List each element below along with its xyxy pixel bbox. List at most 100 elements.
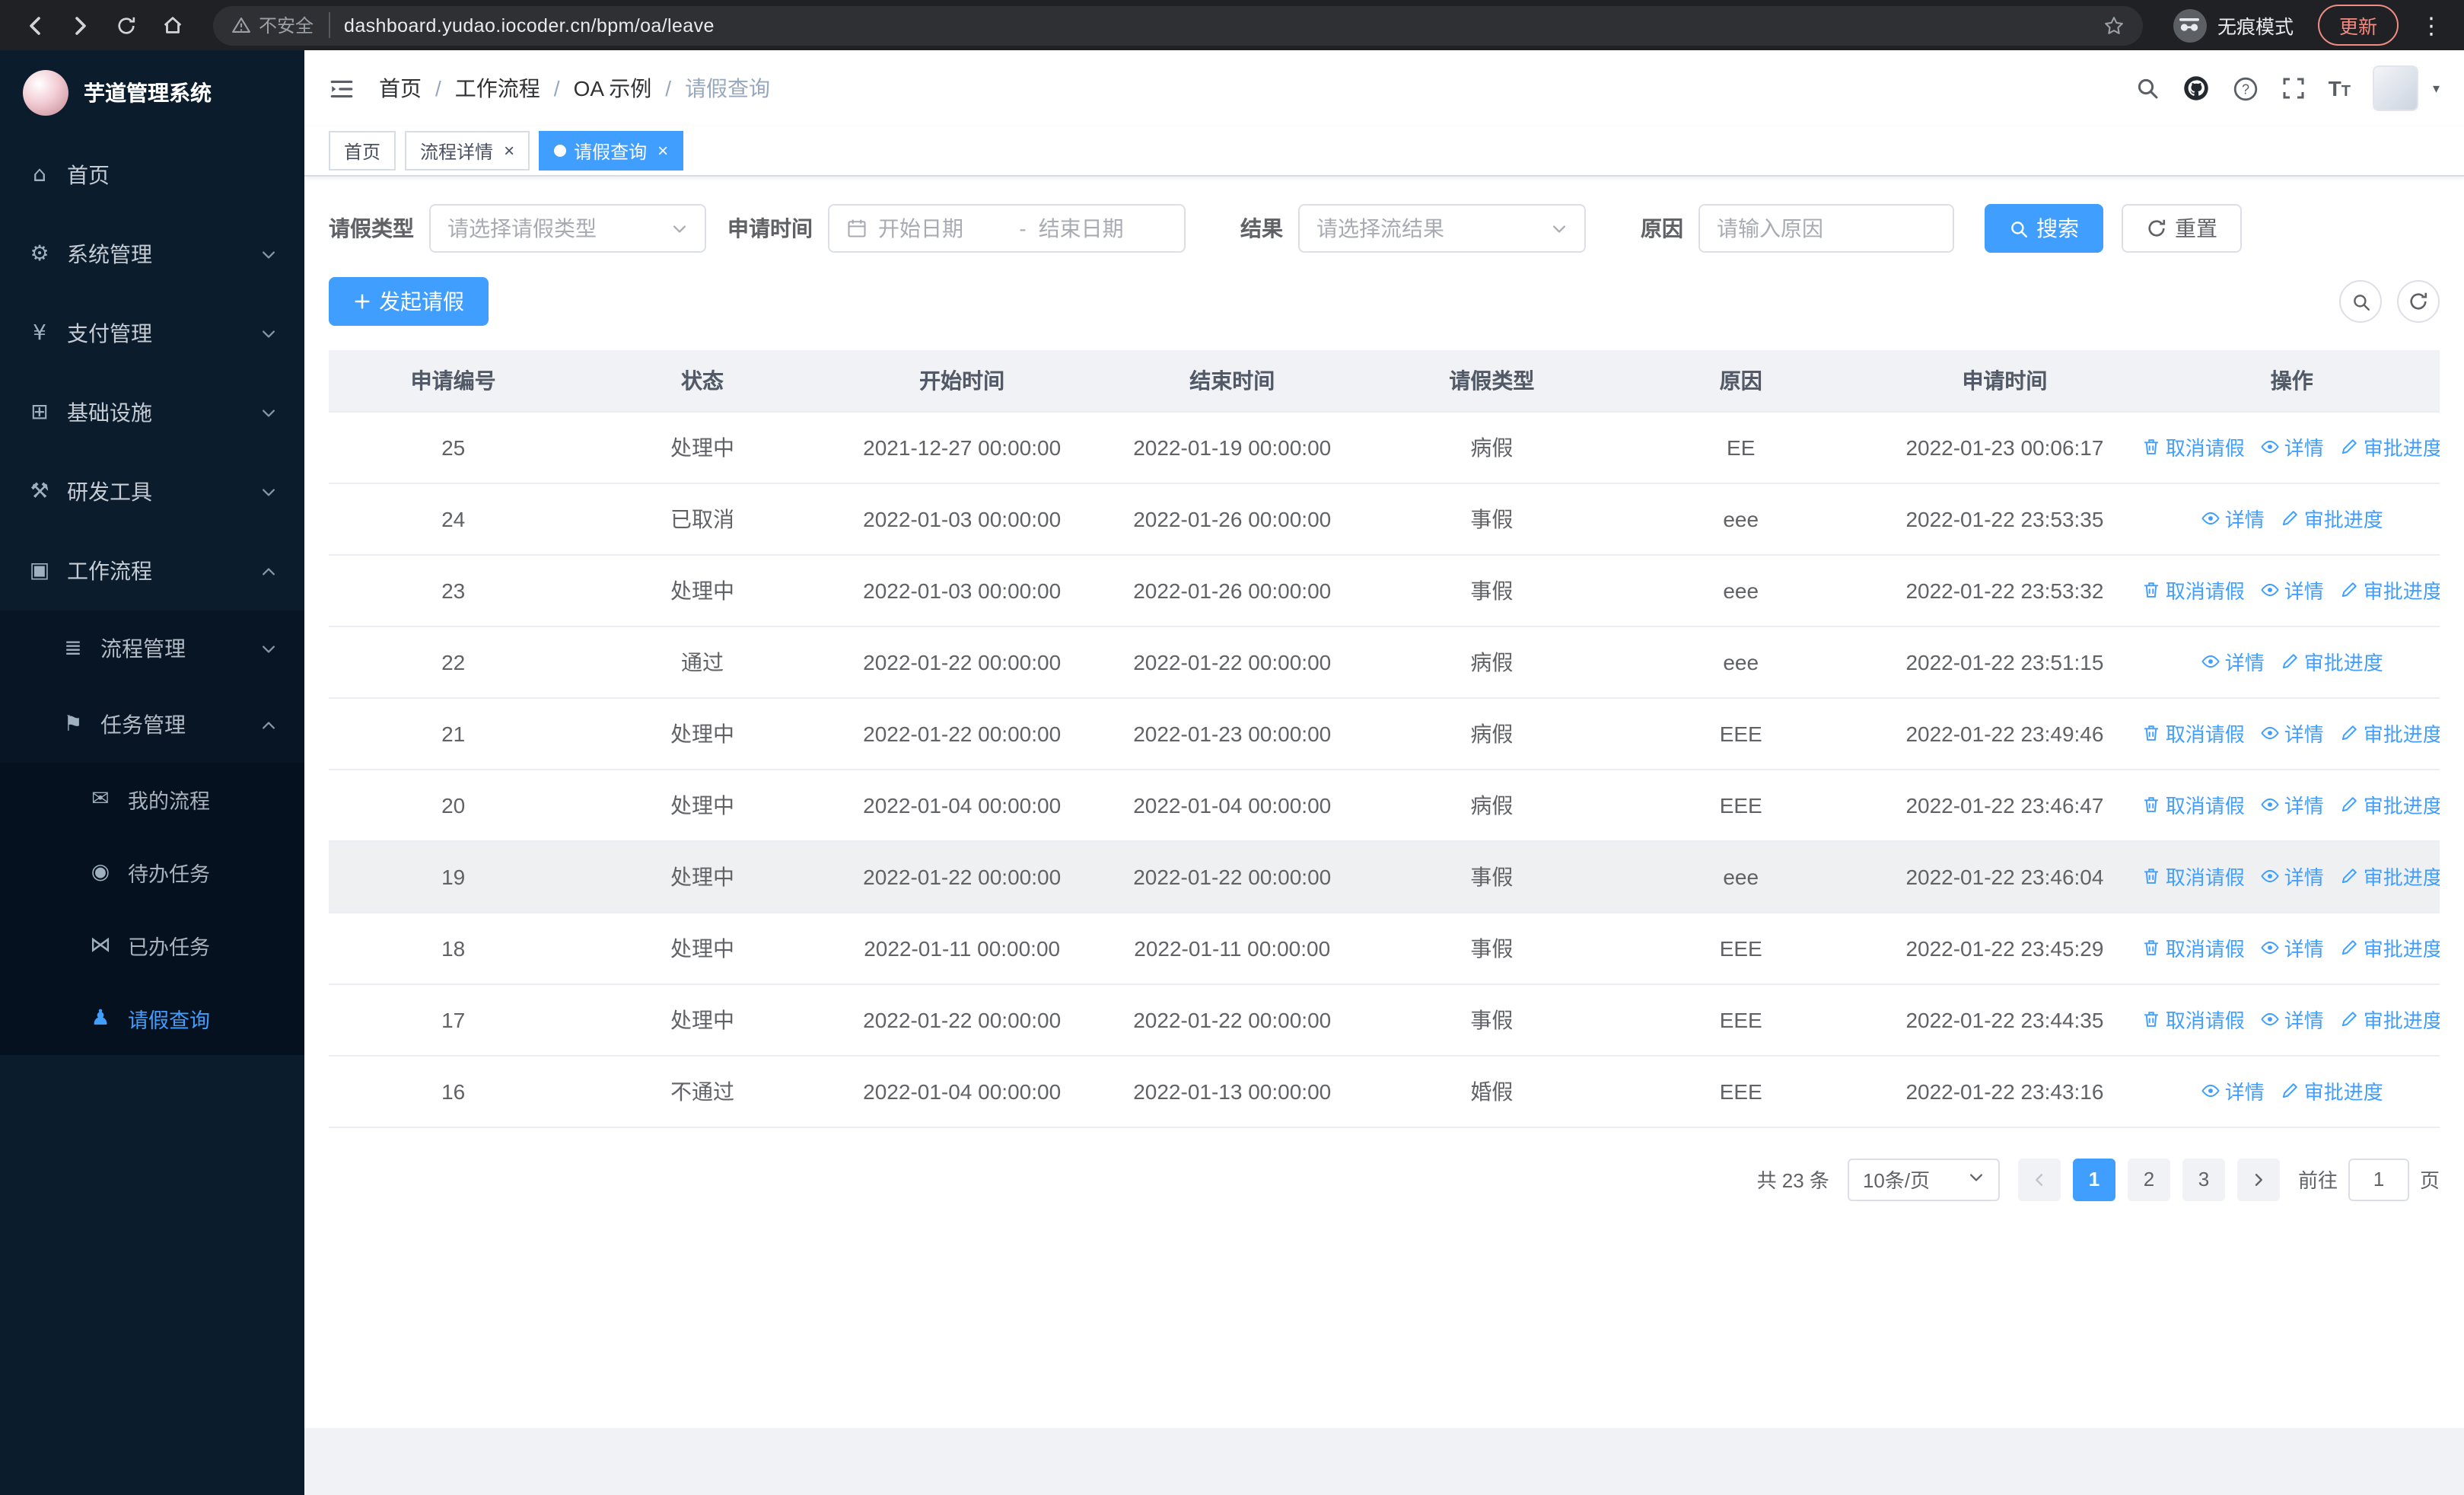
sidebar-item-process-mgmt[interactable]: ≣ 流程管理: [0, 610, 304, 687]
reload-button[interactable]: [107, 5, 146, 45]
user-avatar[interactable]: [2373, 65, 2419, 111]
approval-progress-link[interactable]: 审批进度: [2339, 933, 2440, 962]
approval-progress-link[interactable]: 审批进度: [2339, 432, 2440, 461]
goto-label: 前往: [2297, 1169, 2338, 1192]
detail-link[interactable]: 详情: [2201, 647, 2265, 676]
sidebar-item-workflow[interactable]: ▣ 工作流程: [0, 531, 304, 610]
sidebar-item-my-process[interactable]: ✉ 我的流程: [0, 763, 304, 836]
detail-link[interactable]: 详情: [2201, 1076, 2265, 1105]
create-leave-button[interactable]: 发起请假: [329, 277, 489, 326]
trash-icon: [2144, 437, 2161, 457]
tabs-bar: 首页 流程详情 × 请假查询 ×: [304, 126, 2464, 177]
cancel-leave-link[interactable]: 取消请假: [2144, 575, 2245, 604]
security-chip[interactable]: 不安全: [231, 12, 331, 38]
tab-close-icon[interactable]: ×: [504, 142, 514, 160]
tab-leave-query[interactable]: 请假查询 ×: [539, 131, 684, 171]
reason-input[interactable]: [1717, 216, 1936, 241]
cell-reason: EE: [1616, 411, 1866, 483]
breadcrumb-item[interactable]: 首页: [379, 73, 422, 104]
breadcrumb-separator: /: [665, 76, 672, 100]
approval-progress-link[interactable]: 审批进度: [2339, 1005, 2440, 1034]
forward-button[interactable]: [61, 5, 100, 45]
cancel-leave-link[interactable]: 取消请假: [2144, 1005, 2245, 1034]
url-text[interactable]: dashboard.yudao.iocoder.cn/bpm/oa/leave: [344, 14, 2090, 36]
cancel-leave-link[interactable]: 取消请假: [2144, 432, 2245, 461]
app-logo[interactable]: 芋道管理系统: [0, 50, 304, 135]
col-apply-id: 申请编号: [329, 350, 578, 412]
detail-link[interactable]: 详情: [2260, 575, 2324, 604]
cell-operations: 取消请假 详情 审批进度: [2144, 912, 2440, 984]
apply-time-range-picker[interactable]: 开始日期 - 结束日期: [828, 204, 1186, 253]
sidebar-item-system[interactable]: ⚙ 系统管理: [0, 215, 304, 294]
sidebar-item-leave-query[interactable]: ♟ 请假查询: [0, 982, 304, 1055]
sidebar-item-label: 基础设施: [67, 400, 152, 425]
edit-icon: [2339, 1009, 2359, 1029]
breadcrumb-item[interactable]: OA 示例: [574, 73, 652, 104]
approval-progress-link[interactable]: 审批进度: [2280, 647, 2383, 676]
sidebar-item-todo-tasks[interactable]: ◉ 待办任务: [0, 836, 304, 909]
chrome-menu-icon[interactable]: ⋮: [2414, 11, 2449, 39]
sidebar-item-infrastructure[interactable]: ⊞ 基础设施: [0, 373, 304, 452]
toggle-search-button[interactable]: [2339, 280, 2382, 323]
detail-link[interactable]: 详情: [2260, 933, 2324, 962]
detail-link[interactable]: 详情: [2260, 719, 2324, 748]
sidebar-item-home[interactable]: ⌂ 首页: [0, 135, 304, 215]
next-page-button[interactable]: [2236, 1158, 2280, 1200]
detail-link[interactable]: 详情: [2260, 862, 2324, 891]
operation-label: 审批进度: [2363, 437, 2440, 460]
sidebar-item-devtools[interactable]: ⚒ 研发工具: [0, 452, 304, 531]
end-date-placeholder[interactable]: 结束日期: [1039, 213, 1167, 244]
goto-page-input[interactable]: [2348, 1158, 2409, 1200]
help-icon[interactable]: ?: [2233, 75, 2259, 101]
tab-home[interactable]: 首页: [329, 131, 396, 171]
header-search-icon[interactable]: [2135, 76, 2160, 100]
start-date-placeholder[interactable]: 开始日期: [878, 213, 1007, 244]
approval-progress-link[interactable]: 审批进度: [2280, 504, 2383, 533]
approval-progress-link[interactable]: 审批进度: [2339, 575, 2440, 604]
approval-progress-link[interactable]: 审批进度: [2339, 862, 2440, 891]
page-size-select[interactable]: 10条/页: [1847, 1158, 2000, 1200]
chevron-up-icon: [260, 716, 277, 733]
approval-progress-link[interactable]: 审批进度: [2339, 719, 2440, 748]
page-button-2[interactable]: 2: [2127, 1158, 2170, 1200]
search-button[interactable]: 搜索: [1985, 204, 2103, 253]
chevron-down-icon: [1551, 220, 1568, 237]
home-button[interactable]: [152, 5, 192, 45]
bookmark-star-icon[interactable]: [2103, 14, 2125, 36]
sidebar-item-payment[interactable]: ¥ 支付管理: [0, 294, 304, 373]
cancel-leave-link[interactable]: 取消请假: [2144, 719, 2245, 748]
tab-process-detail[interactable]: 流程详情 ×: [405, 131, 530, 171]
eye-icon: [2201, 652, 2220, 671]
sidebar-item-done-tasks[interactable]: ⋈ 已办任务: [0, 909, 304, 982]
detail-link[interactable]: 详情: [2201, 504, 2265, 533]
avatar-caret-icon[interactable]: ▾: [2433, 80, 2440, 97]
detail-link[interactable]: 详情: [2260, 432, 2324, 461]
breadcrumb-item[interactable]: 工作流程: [455, 73, 540, 104]
prev-page-button[interactable]: [2017, 1158, 2061, 1200]
leave-type-select[interactable]: 请选择请假类型: [429, 204, 706, 253]
sidebar-collapse-icon[interactable]: [329, 75, 355, 101]
cancel-leave-link[interactable]: 取消请假: [2144, 790, 2245, 819]
result-select[interactable]: 请选择流结果: [1298, 204, 1586, 253]
page-button-1[interactable]: 1: [2072, 1158, 2115, 1200]
address-bar[interactable]: 不安全 dashboard.yudao.iocoder.cn/bpm/oa/le…: [213, 5, 2143, 45]
detail-link[interactable]: 详情: [2260, 1005, 2324, 1034]
approval-progress-link[interactable]: 审批进度: [2280, 1076, 2383, 1105]
cancel-leave-link[interactable]: 取消请假: [2144, 862, 2245, 891]
detail-link[interactable]: 详情: [2260, 790, 2324, 819]
home-icon: ⌂: [33, 163, 46, 187]
cell-apply-id: 16: [329, 1055, 578, 1127]
reset-button[interactable]: 重置: [2122, 204, 2242, 253]
cell-reason: eee: [1616, 554, 1866, 626]
chrome-update-button[interactable]: 更新: [2317, 5, 2399, 46]
refresh-table-button[interactable]: [2397, 280, 2440, 323]
tab-close-icon[interactable]: ×: [657, 142, 668, 160]
github-icon[interactable]: [2182, 75, 2210, 102]
cancel-leave-link[interactable]: 取消请假: [2144, 933, 2245, 962]
approval-progress-link[interactable]: 审批进度: [2339, 790, 2440, 819]
back-button[interactable]: [15, 5, 55, 45]
page-button-3[interactable]: 3: [2182, 1158, 2225, 1200]
font-size-icon[interactable]: TT: [2329, 76, 2351, 100]
sidebar-item-task-mgmt[interactable]: ⚑ 任务管理: [0, 687, 304, 763]
fullscreen-icon[interactable]: [2281, 76, 2306, 100]
